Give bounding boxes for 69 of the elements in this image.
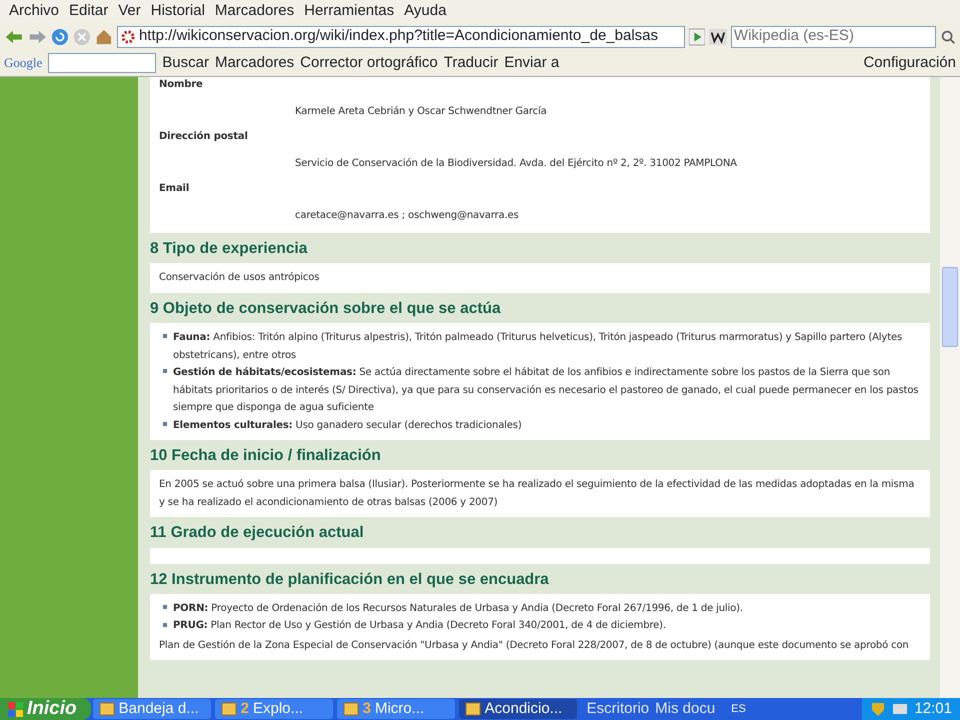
stop-icon[interactable]: [73, 26, 92, 46]
field-label: Nombre: [159, 78, 204, 92]
shield-icon[interactable]: [870, 701, 886, 717]
list-item-text: Elementos culturales: Uso ganadero secular (derechos tradicionales): [173, 420, 522, 430]
toolbar-item[interactable]: Marcadores: [214, 52, 294, 74]
section-heading: 11 Grado de ejecución actual: [150, 523, 365, 544]
field-value: caretace@navarra.es ; oschweng@navarra.es: [294, 209, 520, 223]
paragraph: Plan de Gestión de la Zona Especial de Conservación "Urbasa y Andia" (Decreto Foral 228/2007, de 8 de octubre) (aunque este documento se aprobó con: [159, 638, 910, 653]
group-count: 2: [240, 698, 249, 719]
address-bar[interactable]: http://wikiconservacion.org/wiki/index.php?title=Acondicionamiento_de_balsas: [116, 26, 685, 48]
section-heading: 9 Objeto de conservación sobre el que se actúa: [150, 298, 502, 319]
windows-logo-icon: [8, 702, 23, 716]
toolbar-item[interactable]: Enviar a: [504, 52, 560, 74]
taskbar-button[interactable]: Bandeja d...: [92, 699, 211, 719]
paragraph: En 2005 se actuó sobre una primera balsa (Ilusiar). Posteriormente se ha realizado el seguimiento de la efectividad de las medidas adoptadas en la misma y se ha realizado el acondicionamiento de otras balsas (2006 y 2007): [159, 478, 916, 510]
taskbar-button[interactable]: 2 Explo...: [214, 699, 333, 719]
wikipedia-w-icon[interactable]: [709, 28, 727, 46]
section-heading: 10 Fecha de inicio / finalización: [150, 446, 382, 466]
reload-icon[interactable]: [51, 26, 70, 46]
settings-item[interactable]: Configuración: [863, 52, 956, 74]
task-label: Bandeja d...: [118, 698, 199, 719]
list-item-text: PRUG: Plan Rector de Uso y Gestión de Urbasa y Andia (Decreto Foral 340/2001, de 4 de diciembre).: [173, 620, 666, 632]
menu-item[interactable]: Ayuda: [399, 0, 452, 23]
field-label: Dirección postal: [159, 130, 249, 144]
clock: 12:01: [914, 698, 952, 719]
window-icon: [220, 701, 237, 717]
bullet-icon: [163, 622, 167, 627]
quick-link[interactable]: Escritorio: [586, 698, 650, 720]
google-logo: Google: [4, 54, 42, 72]
language-indicator[interactable]: ES: [723, 700, 754, 718]
search-field[interactable]: Wikipedia (es-ES): [730, 26, 936, 48]
toolbar-item[interactable]: Traducir: [444, 52, 498, 74]
toolbar-item[interactable]: Corrector ortográfico: [300, 52, 438, 74]
bullet-icon: [163, 605, 167, 610]
menu-item[interactable]: Historial: [146, 0, 210, 23]
field-value: Servicio de Conservación de la Biodiversidad. Avda. del Ejército nº 2, 2º. 31002 PAMPLONA: [294, 157, 738, 171]
window-icon: [98, 701, 115, 717]
menu-item[interactable]: Marcadores: [210, 0, 300, 23]
menu-item[interactable]: Herramientas: [299, 0, 400, 23]
list-item-text: PORN: Proyecto de Ordenación de los Recursos Naturales de Urbasa y Andia (Decreto Foral 267/1996, de 1 de julio).: [173, 602, 743, 614]
taskbar-button[interactable]: 3 Micro...: [336, 699, 455, 719]
bullet-icon: [163, 422, 167, 426]
menu-item[interactable]: Archivo: [4, 0, 64, 23]
quick-link[interactable]: Mis docu: [655, 698, 716, 720]
task-label: Acondicio...: [484, 698, 562, 719]
window-icon: [464, 701, 481, 717]
scrollbar[interactable]: [940, 77, 960, 698]
task-label: Micro...: [374, 698, 424, 719]
taskbar-button[interactable]: Acondicio...: [458, 699, 577, 719]
list-item-text: Gestión de hábitats/ecosistemas: Se actúa directamente sobre el hábitat de los anfibios e indirectamente sobre los pastos de la Sierra que son hábitats prioritarios o de interés (S/ Directiva), ya que para su conservación es necesario el pastoreo de ganado, el cual puede permanecer en los pastos siempre que disponga de agua suficiente: [173, 367, 918, 413]
section-heading: 12 Instrumento de planificación en el que se encuadra: [150, 570, 550, 590]
paragraph: Conservación de usos antrópicos: [159, 271, 320, 286]
scrollbar-thumb[interactable]: [942, 267, 958, 347]
window-icon: [342, 701, 359, 717]
list-item-text: Fauna: Anfibios: Tritón alpino (Triturus alpestris), Tritón palmeado (Triturus helveticus), Tritón jaspeado (Triturus marmoratus) y Sapillo partero (Alytes obstetricans), entre otros: [173, 332, 902, 360]
section-heading: 8 Tipo de experiencia: [150, 239, 308, 259]
start-button[interactable]: Inicio: [0, 698, 91, 720]
menu-item[interactable]: Editar: [64, 0, 114, 23]
task-label: Explo...: [252, 698, 303, 719]
field-label: Email: [159, 182, 190, 196]
search-icon[interactable]: [940, 28, 956, 46]
site-favicon-icon: [120, 30, 135, 44]
menu-item[interactable]: Ver: [113, 0, 146, 23]
toolbar-item[interactable]: Buscar: [162, 52, 209, 74]
bullet-icon: [163, 369, 167, 374]
group-count: 3: [362, 698, 371, 719]
field-value: Karmele Areta Cebrián y Oscar Schwendtner García: [294, 105, 548, 119]
google-search-field[interactable]: [48, 53, 156, 73]
bullet-icon: [163, 334, 167, 338]
